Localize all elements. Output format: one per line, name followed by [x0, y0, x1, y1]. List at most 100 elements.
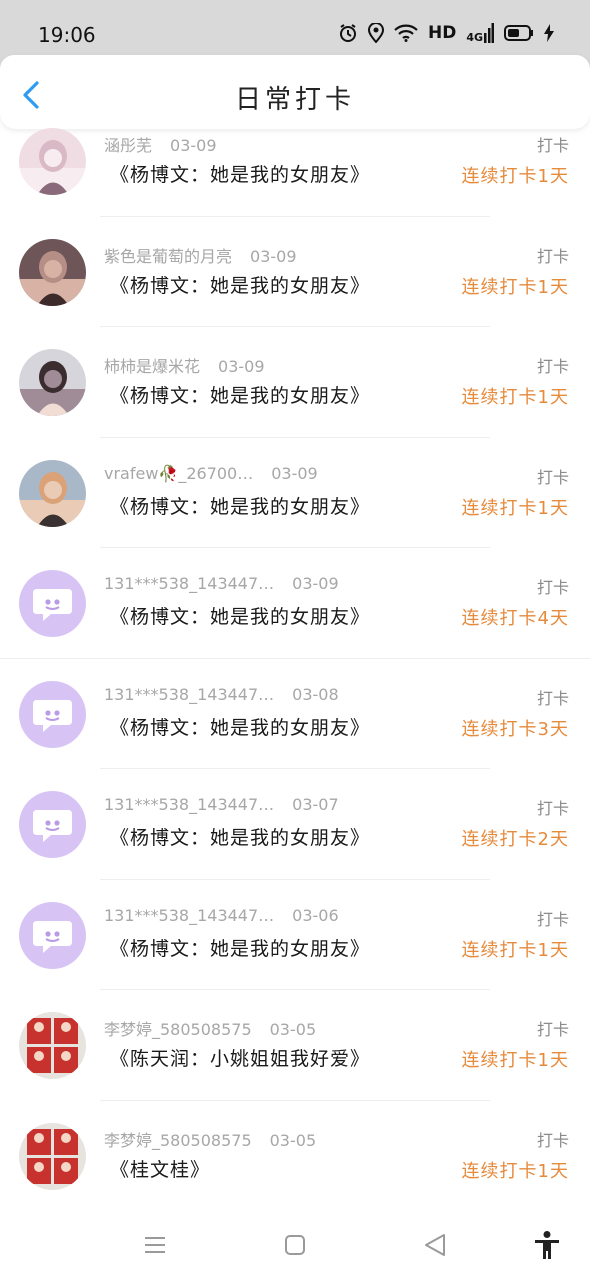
entry-meta: 柿柿是爆米花 03-09	[104, 353, 265, 377]
checkin-label: 打卡	[536, 688, 569, 708]
checkin-date: 03-06	[292, 905, 339, 925]
checkin-label: 打卡	[536, 136, 569, 155]
entry-meta: vrafew🥀_26700… 03-09	[104, 464, 318, 483]
username[interactable]: 131***538_143447…	[104, 795, 274, 814]
username[interactable]: 131***538_143447…	[104, 574, 274, 593]
accessibility-icon	[535, 1231, 559, 1259]
home-button[interactable]	[280, 1230, 310, 1260]
checkin-row[interactable]: 李梦婷_580508575 03-05 《桂文桂》 打卡连续打卡1天	[0, 1101, 590, 1212]
alarm-icon	[338, 23, 358, 43]
avatar[interactable]	[19, 901, 86, 969]
entry-meta: 涵彤芜 03-09	[104, 132, 217, 156]
charging-icon	[544, 24, 554, 42]
checkin-label: 打卡	[536, 357, 569, 376]
username[interactable]: 131***538_143447…	[104, 685, 274, 704]
avatar[interactable]	[19, 680, 86, 748]
hd-indicator: HD	[427, 23, 457, 43]
username[interactable]: 柿柿是爆米花	[104, 357, 200, 376]
checkin-date: 03-09	[250, 246, 297, 266]
checkin-date: 03-07	[292, 795, 339, 814]
checkin-row[interactable]: 131***538_143447… 03-06 《杨博文：她是我的女朋友》 打卡连续打…	[0, 880, 590, 991]
location-icon	[367, 23, 384, 43]
book-title[interactable]: 《杨博文：她是我的女朋友》	[110, 160, 370, 187]
entry-meta: 紫色是葡萄的月亮 03-09	[104, 243, 297, 267]
book-title[interactable]: 《杨博文：她是我的女朋友》	[110, 271, 370, 298]
checkin-row[interactable]: 131***538_143447… 03-08 《杨博文：她是我的女朋友》 打卡连续打…	[0, 659, 590, 770]
entry-meta: 131***538_143447… 03-07	[104, 795, 339, 814]
checkin-date: 03-09	[218, 357, 265, 376]
book-title[interactable]: 《陈天润：小姚姐姐我好爱》	[110, 1044, 370, 1071]
username[interactable]: vrafew🥀_26700…	[104, 464, 253, 483]
checkin-date: 03-09	[292, 574, 339, 593]
entry-meta: 李梦婷_580508575 03-05	[104, 1016, 316, 1040]
avatar[interactable]	[19, 349, 86, 416]
back-triangle-icon	[425, 1234, 445, 1256]
username[interactable]: 涵彤芜	[104, 136, 152, 155]
streak-count: 连续打卡1天	[461, 387, 569, 408]
checkin-label: 打卡	[536, 909, 569, 929]
book-title[interactable]: 《杨博文：她是我的女朋友》	[110, 602, 370, 629]
checkin-row[interactable]: 紫色是葡萄的月亮 03-09 《杨博文：她是我的女朋友》 打卡连续打卡1天	[0, 217, 590, 328]
username[interactable]: 李梦婷_580508575	[104, 1020, 252, 1039]
checkin-row[interactable]: 131***538_143447… 03-09 《杨博文：她是我的女朋友》 打卡连续打…	[0, 548, 590, 659]
entry-meta: 李梦婷_580508575 03-05	[104, 1127, 316, 1151]
streak-count: 连续打卡1天	[461, 166, 569, 187]
avatar[interactable]	[19, 570, 86, 637]
entry-meta: 131***538_143447… 03-08	[104, 685, 339, 704]
streak-count: 连续打卡4天	[461, 608, 569, 629]
username[interactable]: 131***538_143447…	[104, 906, 274, 925]
book-title[interactable]: 《杨博文：她是我的女朋友》	[110, 381, 370, 408]
checkin-list: 涵彤芜 03-09 《杨博文：她是我的女朋友》 打卡 连续打卡1天 紫色是葡萄的月亮 03-…	[0, 106, 590, 1211]
username[interactable]: 紫色是葡萄的月亮	[104, 247, 232, 266]
battery-icon	[504, 25, 534, 41]
checkin-label: 打卡	[536, 1130, 569, 1150]
checkin-label: 打卡	[536, 1020, 569, 1039]
checkin-date: 03-08	[292, 684, 339, 704]
avatar[interactable]	[19, 238, 86, 306]
checkin-label: 打卡	[536, 467, 569, 487]
book-title[interactable]: 《杨博文：她是我的女朋友》	[110, 934, 370, 961]
book-title[interactable]: 《桂文桂》	[110, 1155, 210, 1182]
book-title[interactable]: 《杨博文：她是我的女朋友》	[110, 823, 370, 850]
menu-button[interactable]	[140, 1230, 170, 1260]
avatar[interactable]	[19, 1012, 86, 1079]
streak-count: 连续打卡3天	[461, 718, 569, 740]
system-navbar	[0, 1206, 590, 1280]
book-title[interactable]: 《杨博文：她是我的女朋友》	[110, 713, 370, 740]
checkin-label: 打卡	[536, 246, 569, 266]
streak-count: 连续打卡1天	[461, 497, 569, 519]
home-icon	[285, 1235, 305, 1255]
avatar[interactable]	[19, 791, 86, 858]
wifi-icon	[394, 24, 418, 42]
avatar[interactable]	[19, 1122, 86, 1190]
book-title[interactable]: 《杨博文：她是我的女朋友》	[110, 492, 370, 519]
entry-meta: 131***538_143447… 03-06	[104, 906, 339, 925]
checkin-row[interactable]: vrafew🥀_26700… 03-09 《杨博文：她是我的女朋友》 打卡连续打卡1天	[0, 438, 590, 549]
menu-icon	[145, 1237, 165, 1253]
accessibility-button[interactable]	[532, 1230, 562, 1260]
checkin-row[interactable]: 李梦婷_580508575 03-05 《陈天润：小姚姐姐我好爱》 打卡连续打卡1天	[0, 990, 590, 1101]
streak-count: 连续打卡1天	[461, 276, 569, 298]
streak-count: 连续打卡1天	[461, 1050, 569, 1071]
status-icons: HD 4G	[338, 23, 554, 43]
checkin-date: 03-05	[269, 1020, 317, 1039]
streak-count: 连续打卡1天	[461, 939, 569, 961]
streak-count: 连续打卡1天	[461, 1160, 569, 1182]
checkin-date: 03-09	[271, 463, 318, 483]
checkin-row[interactable]: 涵彤芜 03-09 《杨博文：她是我的女朋友》 打卡连续打卡1天	[0, 106, 590, 217]
username[interactable]: 李梦婷_580508575	[104, 1131, 252, 1150]
streak-count: 连续打卡2天	[461, 829, 569, 850]
signal-icon: 4G	[466, 23, 494, 43]
checkin-label: 打卡	[536, 799, 569, 818]
back-nav-button[interactable]	[420, 1230, 450, 1260]
avatar[interactable]	[19, 459, 86, 527]
status-time: 19:06	[38, 23, 96, 47]
checkin-date: 03-05	[269, 1130, 317, 1150]
checkin-label: 打卡	[536, 578, 569, 597]
entry-meta: 131***538_143447… 03-09	[104, 574, 339, 593]
network-type: 4G	[466, 31, 483, 44]
checkin-row[interactable]: 131***538_143447… 03-07 《杨博文：她是我的女朋友》 打卡连续打…	[0, 769, 590, 880]
checkin-date: 03-09	[170, 136, 217, 155]
checkin-row[interactable]: 柿柿是爆米花 03-09 《杨博文：她是我的女朋友》 打卡连续打卡1天	[0, 327, 590, 438]
avatar[interactable]	[19, 128, 86, 195]
